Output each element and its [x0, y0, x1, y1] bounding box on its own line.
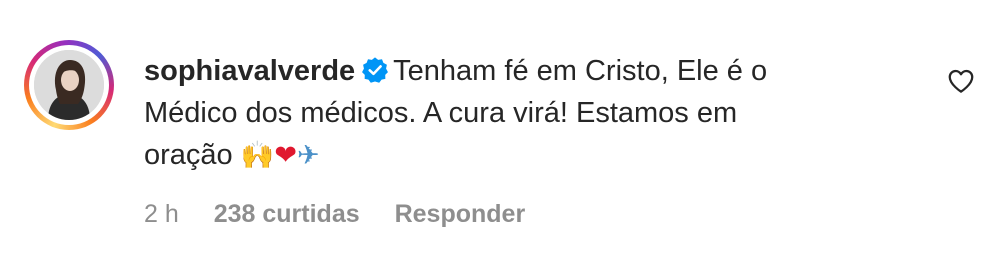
comment-line-2: Médico dos médicos. A cura virá! Estamos…	[144, 97, 738, 129]
comment-text: sophiavalverde Tenham fé em Cristo, Ele é…	[144, 50, 934, 177]
avatar[interactable]	[34, 50, 104, 120]
airplane-emoji: ✈	[296, 140, 320, 171]
comment-meta: 2 h 238 curtidas Responder	[144, 200, 553, 229]
raising-hands-emoji: 🙌	[240, 140, 275, 171]
reply-button[interactable]: Responder	[395, 200, 526, 228]
comment-time[interactable]: 2 h	[144, 200, 179, 228]
like-button[interactable]	[946, 66, 976, 96]
username-link[interactable]: sophiavalverde	[144, 55, 355, 87]
comment: sophiavalverde Tenham fé em Cristo, Ele é…	[24, 40, 976, 230]
comment-line-3: oração	[144, 139, 233, 171]
avatar-photo-icon	[34, 50, 104, 120]
likes-count[interactable]: 238 curtidas	[214, 200, 360, 228]
comment-body: sophiavalverde Tenham fé em Cristo, Ele é…	[144, 50, 934, 228]
red-heart-emoji: ❤	[274, 140, 297, 171]
comment-line-1: Tenham fé em Cristo, Ele é o	[393, 55, 768, 87]
verified-badge-icon	[362, 57, 389, 83]
heart-outline-icon	[948, 69, 974, 93]
